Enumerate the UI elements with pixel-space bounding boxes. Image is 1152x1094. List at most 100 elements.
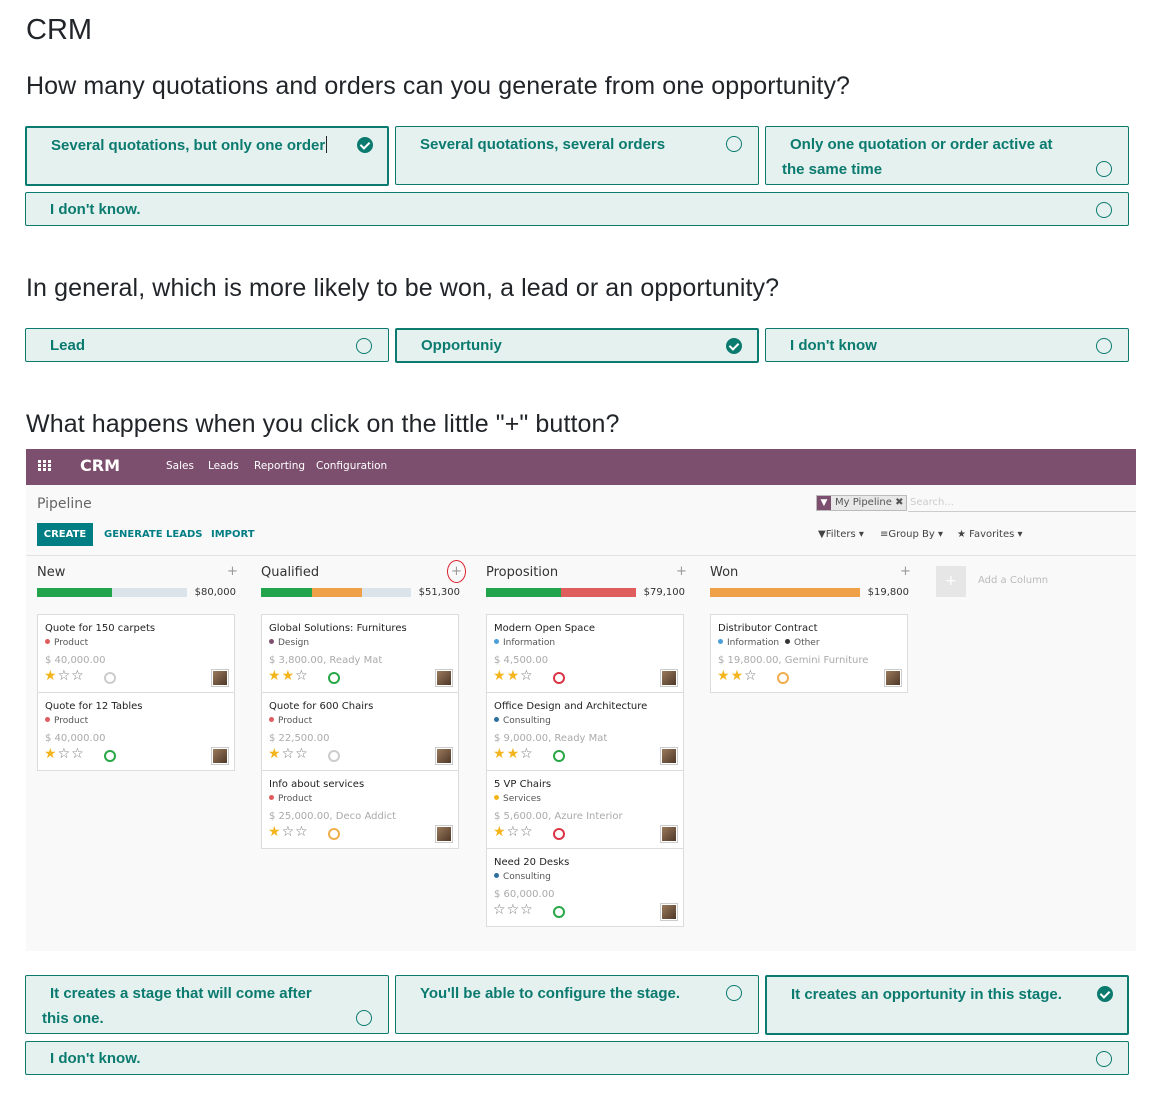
card-amount: $ 19,800.00, Gemini Furniture [718, 655, 869, 666]
q3-option-1[interactable]: It creates a stage that will come after … [25, 975, 389, 1034]
radio-empty-icon [1096, 1051, 1112, 1067]
top-navbar: CRM Sales Leads Reporting Configuration [26, 449, 1136, 485]
star-filled-icon: ★ [717, 668, 731, 684]
card-tags: Product [269, 716, 312, 726]
star-icon: ★ [957, 529, 966, 540]
card-tags: Information [494, 638, 555, 648]
kanban-card: Quote for 600 Chairs Product $ 22,500.00 ★☆… [261, 692, 459, 771]
check-circle-icon [357, 137, 373, 153]
kanban-card: Quote for 12 Tables Product $ 40,000.00 ★☆☆ [37, 692, 235, 771]
column-quick-create-plus-icon: + [676, 564, 687, 579]
priority-stars: ★★☆ [268, 668, 309, 684]
radio-empty-icon [726, 985, 742, 1001]
column-progress-bar [37, 588, 187, 597]
card-title: Quote for 150 carpets [45, 623, 156, 634]
star-empty-icon: ☆ [281, 746, 296, 762]
activity-clock-icon [553, 828, 565, 840]
tag-dot [269, 639, 274, 644]
tag-label: Services [503, 794, 541, 804]
column-total: $79,100 [643, 587, 685, 598]
priority-stars: ★★☆ [493, 746, 534, 762]
star-filled-icon: ★ [268, 746, 282, 762]
tag-dot [45, 717, 50, 722]
group-by-label: Group By [888, 529, 935, 540]
text-caret [326, 136, 328, 153]
column-progress-bar [261, 588, 411, 597]
menu-reporting: Reporting [254, 460, 306, 472]
q1-option-1[interactable]: Several quotations, but only one order [25, 126, 389, 186]
tag-label: Consulting [503, 716, 551, 726]
star-empty-icon: ☆ [744, 668, 758, 684]
question-3-text: What happens when you click on the littl… [26, 410, 620, 438]
priority-stars: ★☆☆ [268, 824, 309, 840]
question-2-text: In general, which is more likely to be w… [26, 274, 780, 302]
highlight-circle [447, 560, 466, 583]
column-progress-bar [486, 588, 636, 597]
priority-stars: ★☆☆ [44, 746, 85, 762]
q3-option-3[interactable]: It creates an opportunity in this stage. [765, 975, 1129, 1035]
star-empty-icon: ☆ [506, 824, 521, 840]
breadcrumb: Pipeline [37, 496, 92, 512]
avatar [660, 747, 678, 765]
card-tags: Product [45, 638, 88, 648]
q1-option-4[interactable]: I don't know. [25, 192, 1129, 226]
close-icon: ✖ [895, 497, 904, 508]
search-facet: ▼ My Pipeline ✖ [816, 495, 908, 511]
menu-leads: Leads [208, 460, 239, 472]
kanban-card: Distributor Contract Information Other $ 1… [710, 614, 908, 693]
avatar [211, 669, 229, 687]
kanban-card: Modern Open Space Information $ 4,500.00 ★★… [486, 614, 684, 693]
tag-label: Other [793, 638, 820, 648]
priority-stars: ★☆☆ [268, 746, 309, 762]
card-tags: Services [494, 794, 541, 804]
card-title: 5 VP Chairs [494, 779, 552, 790]
card-amount: $ 25,000.00, Deco Addict [269, 811, 396, 822]
check-circle-icon [726, 338, 742, 354]
q2-option-1[interactable]: Lead [25, 328, 389, 362]
tag-dot [494, 639, 499, 644]
filter-icon: ▼ [818, 529, 826, 540]
star-filled-icon: ★ [730, 668, 745, 684]
card-amount: $ 22,500.00 [269, 733, 330, 744]
tag-dot [269, 795, 274, 800]
card-title: Distributor Contract [718, 623, 818, 634]
avatar [211, 747, 229, 765]
menu-sales: Sales [166, 460, 194, 472]
q1-option-3[interactable]: Only one quotation or order active at th… [765, 126, 1129, 185]
generate-leads-button: GENERATE LEADS [104, 529, 203, 540]
star-filled-icon: ★ [44, 668, 58, 684]
add-column-button: + [936, 566, 966, 597]
q1-option-2[interactable]: Several quotations, several orders [395, 126, 759, 185]
q1-option-2-label: Several quotations, several orders [420, 136, 666, 153]
star-filled-icon: ★ [268, 824, 282, 840]
kanban-card: Info about services Product $ 25,000.00, D… [261, 770, 459, 849]
add-column-label: Add a Column [978, 575, 1049, 586]
avatar [435, 825, 453, 843]
tag-label: Information [727, 638, 780, 648]
avatar [435, 747, 453, 765]
favorites-label: Favorites [969, 529, 1015, 540]
card-amount: $ 60,000.00 [494, 889, 555, 900]
q3-option-3-label: It creates an opportunity in this stage. [791, 986, 1062, 1003]
priority-stars: ★★☆ [717, 668, 758, 684]
star-filled-icon: ★ [506, 668, 521, 684]
card-title: Quote for 600 Chairs [269, 701, 374, 712]
star-empty-icon: ☆ [520, 824, 534, 840]
q3-option-2-label: You'll be able to configure the stage. [420, 985, 680, 1002]
tag-dot [494, 795, 499, 800]
avatar [660, 825, 678, 843]
priority-stars: ★★☆ [493, 668, 534, 684]
card-amount: $ 40,000.00 [45, 733, 106, 744]
q3-option-2[interactable]: You'll be able to configure the stage. [395, 975, 759, 1034]
q2-option-2[interactable]: Opportuniy [395, 328, 759, 363]
activity-clock-icon [328, 750, 340, 762]
q2-option-3[interactable]: I don't know [765, 328, 1129, 362]
progress-segment [37, 588, 112, 597]
column-title: Proposition [486, 565, 559, 580]
activity-clock-icon [104, 750, 116, 762]
star-empty-icon: ☆ [57, 746, 72, 762]
star-filled-icon: ★ [493, 668, 507, 684]
card-tags: Design [269, 638, 309, 648]
activity-clock-icon [104, 672, 116, 684]
q3-option-4[interactable]: I don't know. [25, 1041, 1129, 1075]
